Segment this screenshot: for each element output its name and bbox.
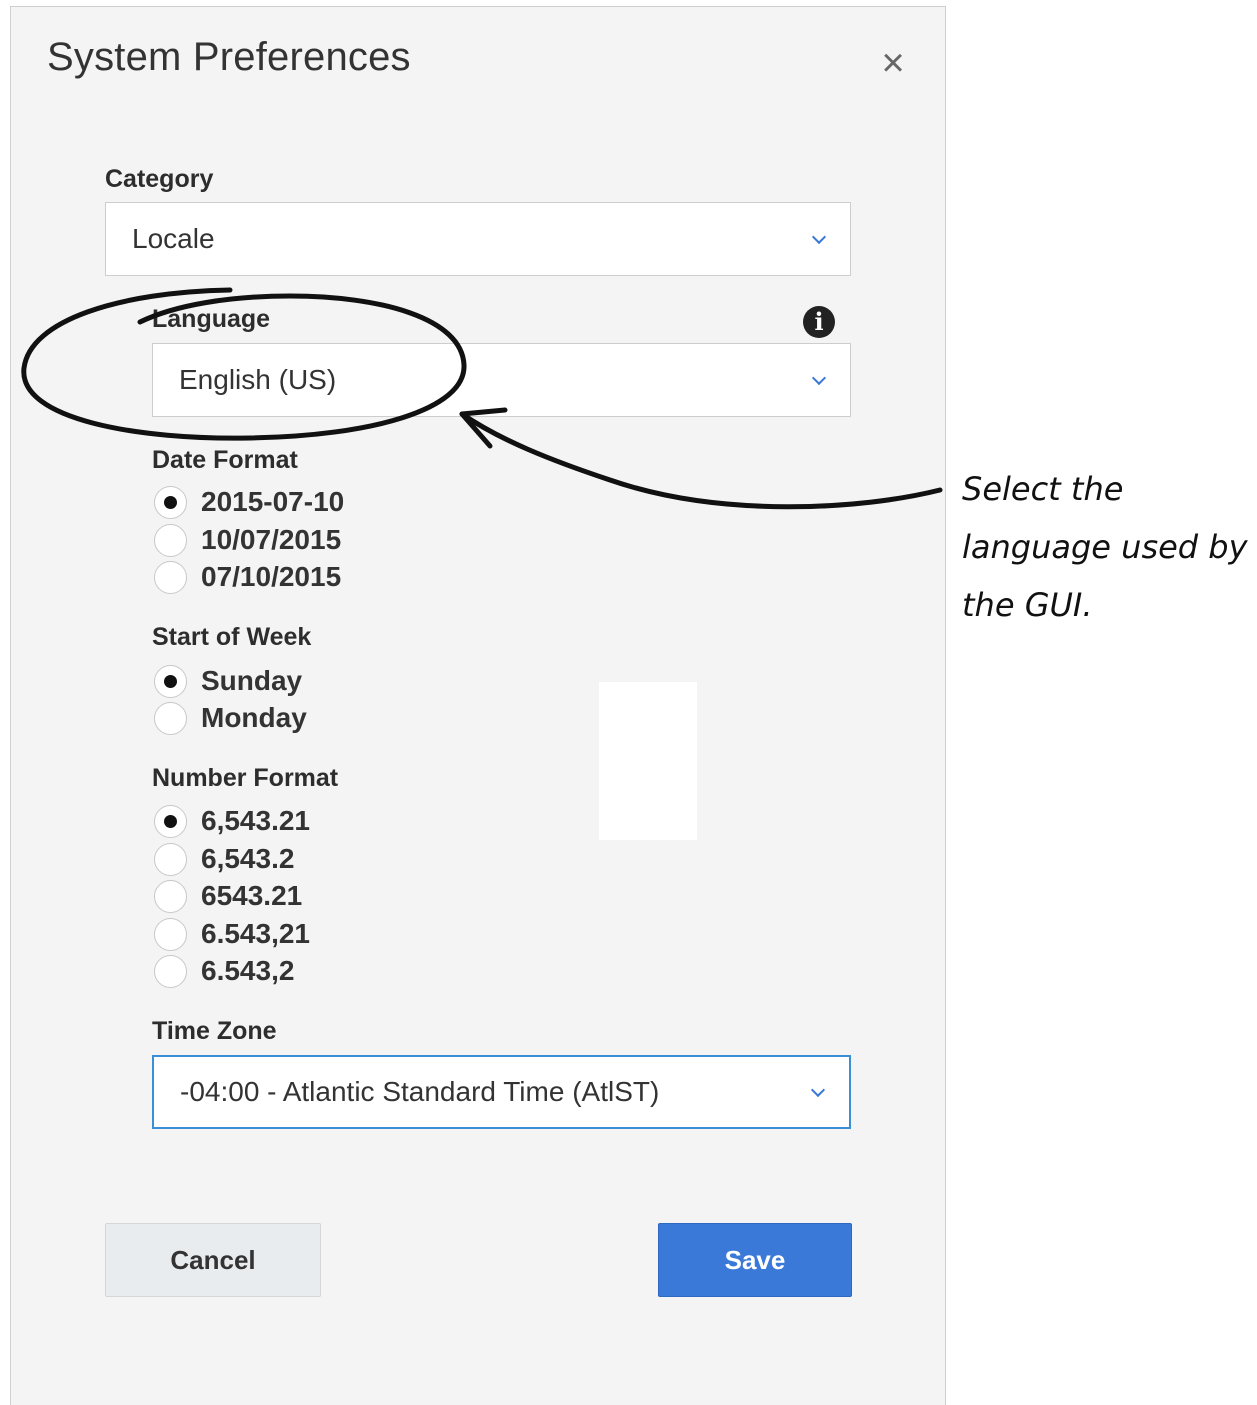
number-format-option[interactable]: 6.543,2 <box>154 953 294 989</box>
time-zone-label: Time Zone <box>152 1017 277 1045</box>
number-format-option[interactable]: 6543.21 <box>154 878 302 914</box>
radio-label: Sunday <box>201 665 303 696</box>
dialog-title: System Preferences <box>47 35 411 79</box>
radio-label: 6.543,2 <box>201 955 295 986</box>
radio-button[interactable] <box>154 485 187 519</box>
radio-button[interactable] <box>154 917 187 951</box>
save-button[interactable]: Save <box>658 1223 852 1297</box>
language-label: Language <box>152 305 271 333</box>
radio-label: 6543.21 <box>201 880 303 911</box>
radio-label: 10/07/2015 <box>201 524 342 555</box>
category-value: Locale <box>132 223 215 254</box>
language-select[interactable]: English (US) <box>152 343 851 417</box>
radio-label: 2015-07-10 <box>201 486 345 517</box>
date-format-option[interactable]: 10/07/2015 <box>154 522 341 558</box>
annotation-line: Select the <box>962 470 1124 508</box>
number-format-option[interactable]: 6,543.21 <box>154 803 310 839</box>
time-zone-select[interactable]: -04:00 - Atlantic Standard Time (AtlST) <box>152 1055 851 1129</box>
radio-label: 6.543,21 <box>201 918 310 949</box>
start-of-week-option[interactable]: Monday <box>154 700 307 736</box>
close-icon[interactable]: × <box>873 43 913 83</box>
number-format-option[interactable]: 6,543.2 <box>154 841 294 877</box>
info-icon[interactable]: i <box>803 306 835 338</box>
number-format-option[interactable]: 6.543,21 <box>154 916 310 952</box>
system-preferences-dialog: System Preferences × Category Locale Lan… <box>10 6 946 1405</box>
radio-button[interactable] <box>154 701 187 735</box>
chevron-down-icon <box>811 370 827 386</box>
radio-label: Monday <box>201 702 307 733</box>
radio-button[interactable] <box>154 842 187 876</box>
category-select[interactable]: Locale <box>105 202 851 276</box>
radio-label: 6,543.2 <box>201 843 295 874</box>
radio-button[interactable] <box>154 804 187 838</box>
blank-patch <box>599 682 697 840</box>
annotation-line: language used by <box>962 528 1248 566</box>
number-format-label: Number Format <box>152 764 339 792</box>
chevron-down-icon <box>810 1082 826 1098</box>
cancel-button[interactable]: Cancel <box>105 1223 321 1297</box>
radio-button[interactable] <box>154 954 187 988</box>
radio-button[interactable] <box>154 523 187 557</box>
date-format-option[interactable]: 2015-07-10 <box>154 484 344 520</box>
language-value: English (US) <box>179 364 337 395</box>
chevron-down-icon <box>811 229 827 245</box>
date-format-label: Date Format <box>152 446 298 474</box>
time-zone-value: -04:00 - Atlantic Standard Time (AtlST) <box>180 1076 660 1107</box>
annotation-callout: Select the language used by the GUI. <box>962 460 1257 634</box>
category-label: Category <box>105 165 214 193</box>
radio-label: 6,543.21 <box>201 805 310 836</box>
date-format-option[interactable]: 07/10/2015 <box>154 559 341 595</box>
radio-label: 07/10/2015 <box>201 561 342 592</box>
radio-button[interactable] <box>154 879 187 913</box>
radio-button[interactable] <box>154 664 187 698</box>
start-of-week-label: Start of Week <box>152 623 312 651</box>
radio-button[interactable] <box>154 560 187 594</box>
annotation-line: the GUI. <box>962 586 1093 624</box>
start-of-week-option[interactable]: Sunday <box>154 663 302 699</box>
